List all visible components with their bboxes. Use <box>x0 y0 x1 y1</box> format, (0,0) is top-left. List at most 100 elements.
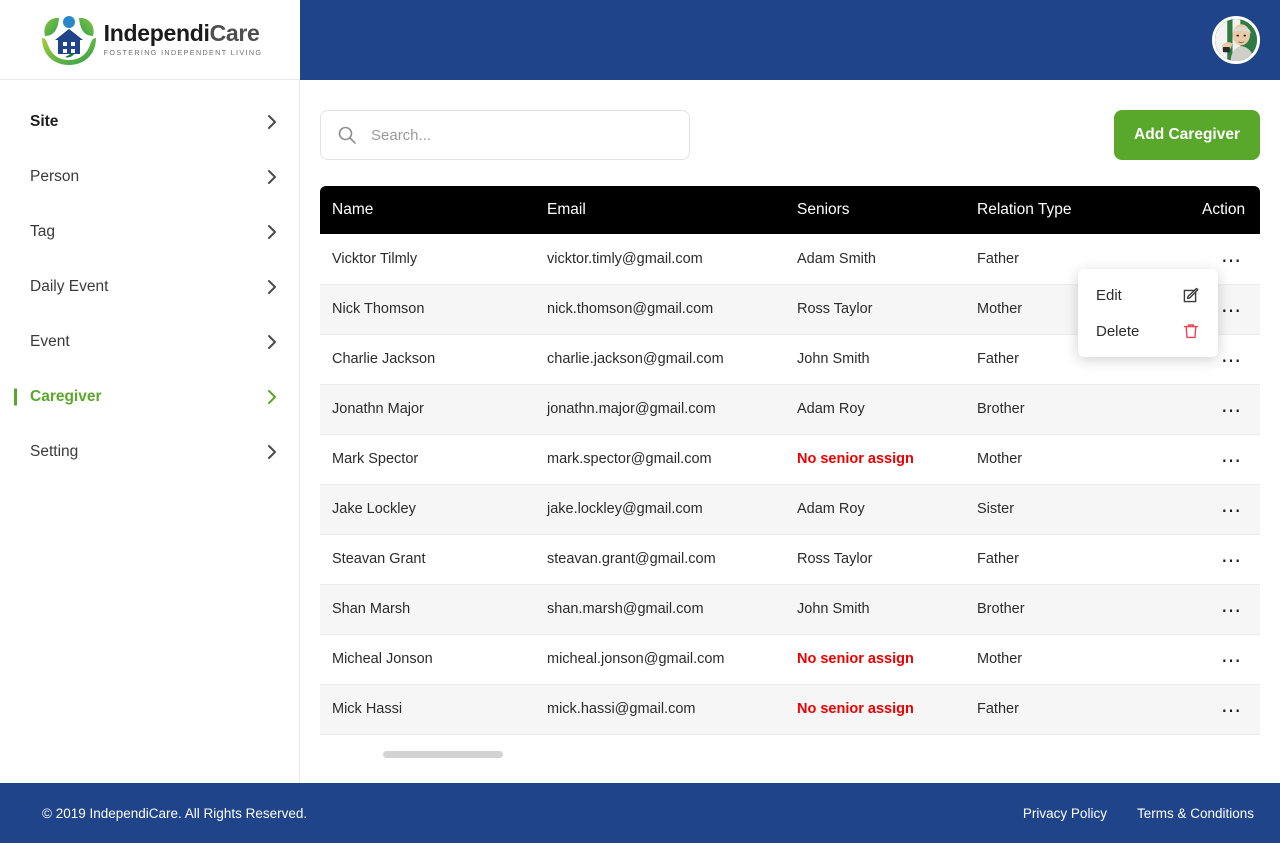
more-options-icon[interactable]: ⋯ <box>1221 501 1242 521</box>
chevron-right-icon <box>267 114 277 130</box>
cell-email: steavan.grant@gmail.com <box>535 534 785 585</box>
footer-copyright: © 2019 IndependiCare. All Rights Reserve… <box>42 805 308 821</box>
logo-tagline: FOSTERING INDEPENDENT LIVING <box>103 48 263 58</box>
main-content: Add Caregiver Name Email Seniors Relatio… <box>300 80 1280 783</box>
cell-action: ⋯ <box>1190 434 1260 485</box>
cell-email: charlie.jackson@gmail.com <box>535 334 785 385</box>
cell-name: Micheal Jonson <box>320 634 535 685</box>
cell-name: Vicktor Tilmly <box>320 234 535 285</box>
sidebar-item-site[interactable]: Site <box>0 94 299 149</box>
cell-email: nick.thomson@gmail.com <box>535 284 785 335</box>
cell-name: Shan Marsh <box>320 584 535 635</box>
cell-name: Mick Hassi <box>320 684 535 735</box>
cell-relation: Father <box>965 534 1190 585</box>
cell-seniors: Ross Taylor <box>785 534 965 585</box>
sidebar-item-label: Setting <box>30 442 79 460</box>
sidebar-item-event[interactable]: Event <box>0 314 299 369</box>
sidebar-item-tag[interactable]: Tag <box>0 204 299 259</box>
chevron-right-icon <box>267 224 277 240</box>
scrollbar-thumb[interactable] <box>383 750 503 758</box>
search-box[interactable] <box>320 110 690 160</box>
chevron-right-icon <box>267 444 277 460</box>
table-head: Name Email Seniors Relation Type Action <box>320 186 1260 234</box>
cell-seniors: Ross Taylor <box>785 284 965 335</box>
chevron-right-icon <box>267 389 277 405</box>
sidebar-item-label: Event <box>30 332 70 350</box>
avatar[interactable] <box>1212 16 1260 64</box>
column-header-seniors[interactable]: Seniors <box>785 186 965 234</box>
app-root: IndependiCare FOSTERING INDEPENDENT LIVI… <box>0 0 1280 843</box>
footer-link-privacy-policy[interactable]: Privacy Policy <box>1023 806 1107 821</box>
toolbar: Add Caregiver <box>320 110 1260 160</box>
dropdown-item-edit[interactable]: Edit <box>1078 277 1218 313</box>
footer-link-terms-conditions[interactable]: Terms & Conditions <box>1137 806 1254 821</box>
sidebar: Site Person Tag Daily Event Event Caregi… <box>0 80 300 783</box>
cell-action: ⋯ <box>1190 534 1260 585</box>
cell-action: ⋯ <box>1190 684 1260 735</box>
cell-action: ⋯ <box>1190 634 1260 685</box>
cell-relation: Sister <box>965 484 1190 535</box>
sidebar-item-setting[interactable]: Setting <box>0 424 299 479</box>
caregiver-table-wrap: Name Email Seniors Relation Type Action … <box>320 186 1260 735</box>
cell-name: Nick Thomson <box>320 284 535 335</box>
top-header-bar <box>300 0 1280 80</box>
cell-relation: Brother <box>965 584 1190 635</box>
cell-action: ⋯ <box>1190 584 1260 635</box>
cell-email: mark.spector@gmail.com <box>535 434 785 485</box>
more-options-icon[interactable]: ⋯ <box>1221 451 1242 471</box>
more-options-icon[interactable]: ⋯ <box>1221 401 1242 421</box>
body-row: Site Person Tag Daily Event Event Caregi… <box>0 80 1280 783</box>
sidebar-item-daily-event[interactable]: Daily Event <box>0 259 299 314</box>
trash-bin-icon <box>1182 322 1200 340</box>
cell-action: ⋯ <box>1190 484 1260 535</box>
cell-name: Charlie Jackson <box>320 334 535 385</box>
cell-name: Mark Spector <box>320 434 535 485</box>
cell-email: jake.lockley@gmail.com <box>535 484 785 535</box>
table-header-row: Name Email Seniors Relation Type Action <box>320 186 1260 234</box>
cell-seniors: No senior assign <box>785 434 965 485</box>
logo-area[interactable]: IndependiCare FOSTERING INDEPENDENT LIVI… <box>0 0 300 80</box>
more-options-icon[interactable]: ⋯ <box>1221 701 1242 721</box>
column-header-action: Action <box>1190 186 1260 234</box>
sidebar-item-person[interactable]: Person <box>0 149 299 204</box>
table-row: Steavan Grant steavan.grant@gmail.com Ro… <box>320 534 1260 585</box>
row-action-dropdown: Edit Delete <box>1078 269 1218 357</box>
column-header-relation[interactable]: Relation Type <box>965 186 1190 234</box>
sidebar-item-label: Tag <box>30 222 55 240</box>
logo-name-secondary: Care <box>209 20 260 47</box>
horizontal-scrollbar[interactable] <box>320 750 1260 758</box>
dropdown-item-delete[interactable]: Delete <box>1078 313 1218 349</box>
cell-seniors: John Smith <box>785 584 965 635</box>
cell-relation: Mother <box>965 634 1190 685</box>
cell-name: Jake Lockley <box>320 484 535 535</box>
footer: © 2019 IndependiCare. All Rights Reserve… <box>0 783 1280 843</box>
cell-relation: Mother <box>965 434 1190 485</box>
logo-name-primary: Independi <box>103 20 210 47</box>
more-options-icon[interactable]: ⋯ <box>1221 651 1242 671</box>
chevron-right-icon <box>267 279 277 295</box>
table-row: Jonathn Major jonathn.major@gmail.com Ad… <box>320 384 1260 435</box>
more-options-icon[interactable]: ⋯ <box>1221 301 1242 321</box>
cell-relation: Father <box>965 684 1190 735</box>
column-header-name[interactable]: Name <box>320 186 535 234</box>
more-options-icon[interactable]: ⋯ <box>1221 551 1242 571</box>
cell-action: ⋯ <box>1190 384 1260 435</box>
more-options-icon[interactable]: ⋯ <box>1221 251 1242 271</box>
dropdown-item-label: Edit <box>1096 286 1122 304</box>
table-row: Micheal Jonson micheal.jonson@gmail.com … <box>320 634 1260 685</box>
cell-email: mick.hassi@gmail.com <box>535 684 785 735</box>
column-header-email[interactable]: Email <box>535 186 785 234</box>
search-input[interactable] <box>371 126 673 144</box>
more-options-icon[interactable]: ⋯ <box>1221 351 1242 371</box>
cell-seniors: John Smith <box>785 334 965 385</box>
chevron-right-icon <box>267 169 277 185</box>
add-caregiver-button[interactable]: Add Caregiver <box>1114 110 1260 160</box>
more-options-icon[interactable]: ⋯ <box>1221 601 1242 621</box>
cell-name: Steavan Grant <box>320 534 535 585</box>
cell-seniors: Adam Roy <box>785 484 965 535</box>
cell-email: vicktor.timly@gmail.com <box>535 234 785 285</box>
sidebar-item-caregiver[interactable]: Caregiver <box>0 369 299 424</box>
cell-email: shan.marsh@gmail.com <box>535 584 785 635</box>
dropdown-item-label: Delete <box>1096 322 1140 340</box>
search-icon <box>337 125 357 145</box>
